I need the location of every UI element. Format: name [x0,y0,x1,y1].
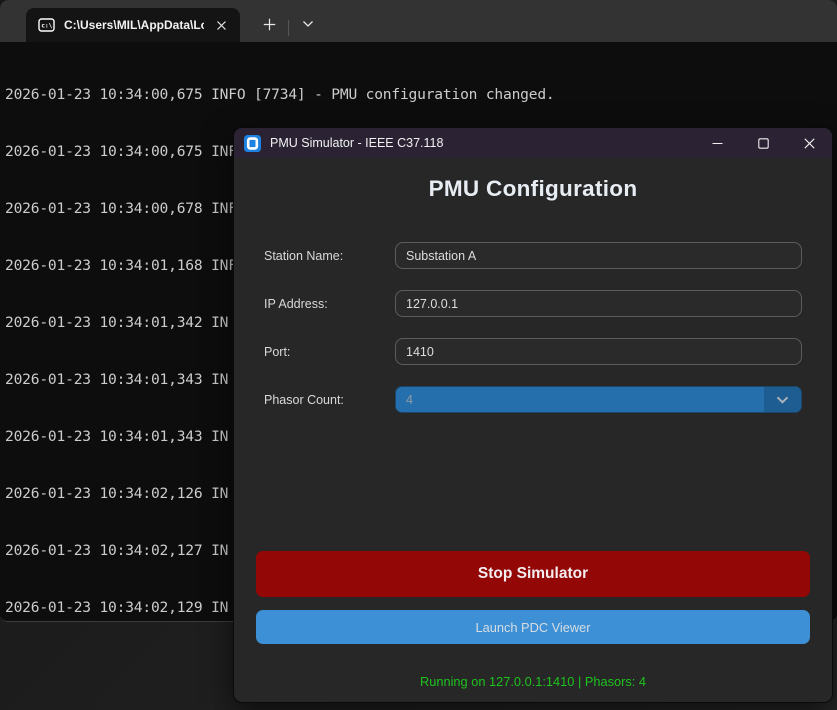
plus-icon [263,18,276,31]
tab-dropdown-button[interactable] [293,9,323,39]
command-prompt-icon: c:\ [38,18,55,32]
station-name-label: Station Name: [264,249,395,263]
ip-address-field[interactable] [395,290,802,317]
stop-simulator-button[interactable]: Stop Simulator [256,551,810,597]
port-label: Port: [264,345,395,359]
station-name-field[interactable] [395,242,802,269]
phasor-count-label: Phasor Count: [264,393,395,407]
page-title: PMU Configuration [234,176,832,202]
svg-text:c:\: c:\ [41,23,52,30]
desktop: c:\ C:\Users\MIL\AppData\Local\ [0,0,837,710]
close-icon[interactable] [210,14,232,36]
terminal-tab[interactable]: c:\ C:\Users\MIL\AppData\Local\ [26,8,240,42]
pmu-app-icon [244,135,261,152]
dropdown-arrow-button[interactable] [764,387,801,412]
tabbar-divider [288,20,289,36]
new-tab-button[interactable] [254,9,284,39]
station-name-row: Station Name: [264,242,802,269]
ip-address-row: IP Address: [264,290,802,317]
port-field[interactable] [395,338,802,365]
phasor-count-value: 4 [396,387,764,412]
close-button[interactable] [786,128,832,158]
phasor-count-dropdown[interactable]: 4 [395,386,802,413]
terminal-tab-bar: c:\ C:\Users\MIL\AppData\Local\ [0,0,837,42]
terminal-tab-title: C:\Users\MIL\AppData\Local\ [64,18,204,32]
port-row: Port: [264,338,802,365]
pmu-simulator-window: PMU Simulator - IEEE C37.118 PMU Configu… [233,127,833,703]
launch-pdc-viewer-button[interactable]: Launch PDC Viewer [256,610,810,644]
chevron-down-icon [776,396,789,404]
chevron-down-icon [302,20,314,28]
minimize-button[interactable] [694,128,740,158]
ip-address-label: IP Address: [264,297,395,311]
phasor-count-row: Phasor Count: 4 [264,386,802,413]
log-line: 2026-01-23 10:34:00,675 INFO [7734] - PM… [5,85,837,104]
status-text: Running on 127.0.0.1:1410 | Phasors: 4 [234,674,832,689]
dialog-title: PMU Simulator - IEEE C37.118 [270,136,694,150]
dialog-titlebar[interactable]: PMU Simulator - IEEE C37.118 [234,128,832,158]
maximize-button[interactable] [740,128,786,158]
